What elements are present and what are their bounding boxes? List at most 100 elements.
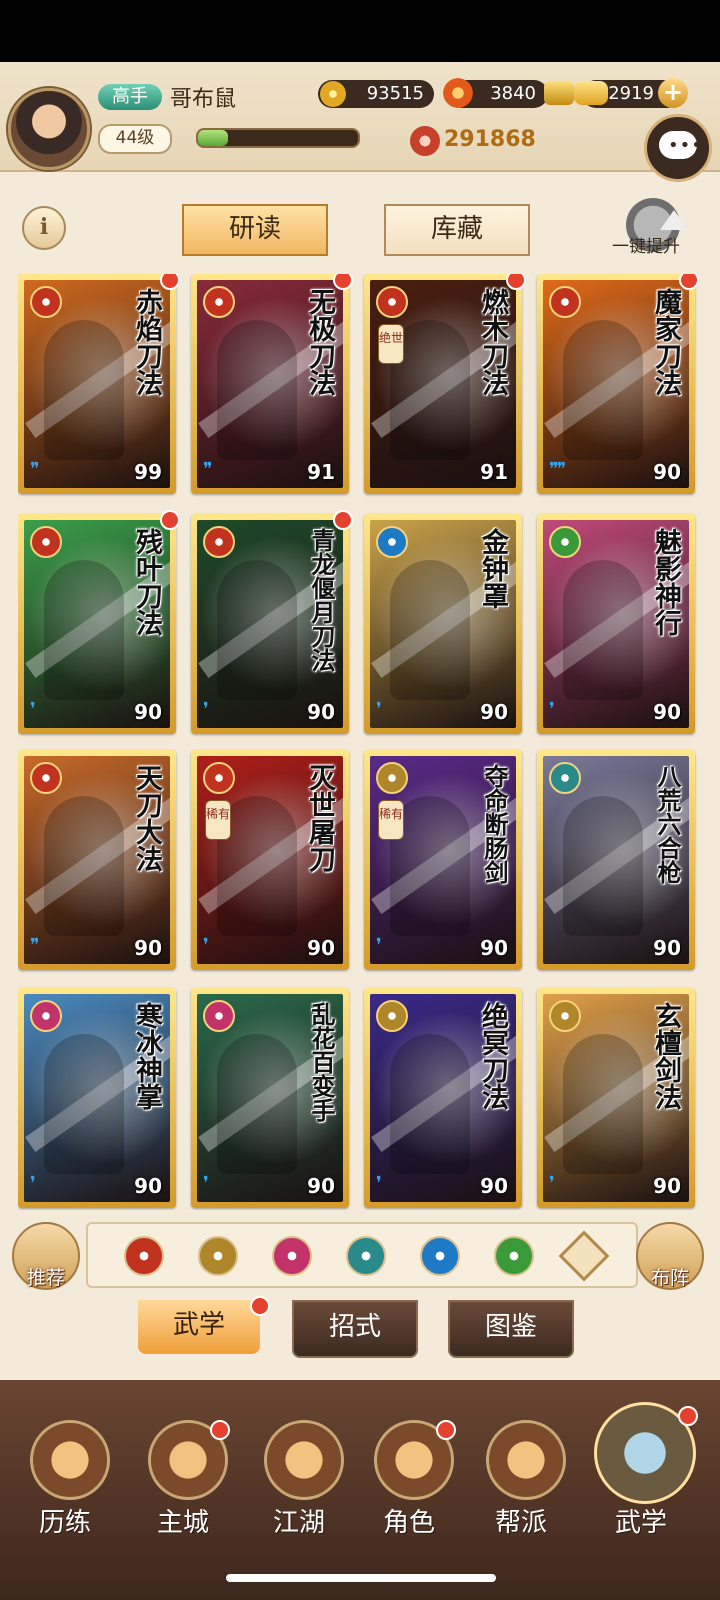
- skill-card[interactable]: 魔家刀法 ❜❜❜❜ 90: [537, 274, 699, 494]
- leaf-icon[interactable]: [494, 1236, 534, 1276]
- subtab-codex[interactable]: 图鉴: [448, 1300, 574, 1358]
- school-badge-icon: [376, 286, 408, 318]
- hero-figure: [390, 560, 470, 700]
- gold-counter[interactable]: 2919 +: [574, 78, 688, 108]
- skill-card[interactable]: 玄檀剑法 ❜ 90: [537, 988, 695, 1208]
- player-avatar[interactable]: [8, 88, 90, 170]
- skill-card[interactable]: 魅影神行 ❜ 90: [537, 514, 695, 734]
- subtab-moves[interactable]: 招式: [292, 1300, 418, 1358]
- upgrade-all-label: 一键提升: [612, 237, 680, 257]
- school-badge-icon: [376, 1000, 408, 1032]
- chat-icon: •••: [659, 131, 702, 159]
- tab-storage[interactable]: 库藏: [384, 204, 530, 256]
- skill-card[interactable]: 夺命断肠剑 稀有 ❜ 90: [364, 750, 522, 970]
- nav-character[interactable]: 角色: [354, 1420, 464, 1570]
- skill-name: 魔家刀法: [650, 288, 681, 396]
- recommend-label: 推荐: [26, 1267, 65, 1289]
- player-header: [0, 62, 720, 172]
- skill-card[interactable]: 天刀大法 ❜❜ 90: [18, 750, 176, 970]
- star-drops-icon: ❜❜: [30, 459, 40, 480]
- energy-value: 3840: [490, 83, 536, 104]
- silver-ingot-icon: [544, 81, 574, 105]
- skill-name: 青龙偃月刀法: [307, 528, 336, 672]
- skill-card-art: 八荒六合枪 90: [543, 756, 689, 964]
- nav-character-label: 角色: [382, 1508, 435, 1538]
- player-level: 44级: [98, 124, 172, 154]
- gold-ingot-icon: [574, 81, 608, 105]
- skill-card-art: 金钟罩 ❜ 90: [370, 520, 516, 728]
- skill-name: 金钟罩: [477, 528, 508, 609]
- flame-icon: [442, 77, 474, 109]
- star-drops-icon: ❜: [203, 935, 209, 956]
- skill-name: 魅影神行: [650, 528, 681, 636]
- subtab-martial[interactable]: 武学: [138, 1300, 260, 1354]
- school-badge-icon: [30, 286, 62, 318]
- status-bar: [0, 0, 720, 62]
- coin-counter[interactable]: 93515: [318, 80, 434, 108]
- skill-card[interactable]: 无极刀法 ❜❜ 91: [191, 274, 353, 494]
- star-drops-icon: ❜: [376, 1173, 382, 1194]
- martial-arts-grid: 赤焰刀法 ❜❜ 99 无极刀法 ❜❜ 91 燃木刀法 绝世 91 魔家刀法 ❜❜❜❜ 90 残叶刀法 ❜ 9…: [18, 274, 708, 1210]
- upgrade-all-button[interactable]: 一键提升: [606, 198, 706, 258]
- skill-name: 燃木刀法: [477, 288, 508, 396]
- skill-card-art: 赤焰刀法 ❜❜ 99: [24, 280, 170, 488]
- skill-level: 90: [653, 936, 681, 960]
- skill-card-art: 燃木刀法 绝世 91: [370, 280, 516, 488]
- info-button[interactable]: i: [22, 206, 66, 250]
- hero-figure: [217, 320, 297, 460]
- skill-card-art: 魅影神行 ❜ 90: [543, 520, 689, 728]
- school-badge-icon: [30, 526, 62, 558]
- skill-level: 90: [307, 700, 335, 724]
- power-icon: [410, 126, 440, 156]
- city-notice: [210, 1420, 230, 1440]
- skill-card[interactable]: 绝冥刀法 ❜ 90: [364, 988, 522, 1208]
- skill-level: 90: [480, 1174, 508, 1198]
- skill-card[interactable]: 燃木刀法 绝世 91: [364, 274, 526, 494]
- skill-card[interactable]: 残叶刀法 ❜ 90: [18, 510, 180, 734]
- skill-card-art: 天刀大法 ❜❜ 90: [24, 756, 170, 964]
- skill-level: 90: [307, 1174, 335, 1198]
- hero-figure: [44, 320, 124, 460]
- recommend-button[interactable]: 推荐: [12, 1222, 80, 1290]
- fan-icon[interactable]: [346, 1236, 386, 1276]
- nav-city[interactable]: 主城: [128, 1420, 238, 1570]
- formation-button[interactable]: 布阵: [636, 1222, 704, 1290]
- sword-icon[interactable]: [198, 1236, 238, 1276]
- skill-card[interactable]: 乱花百变手 ❜ 90: [191, 988, 349, 1208]
- hero-figure: [44, 1034, 124, 1174]
- skill-card[interactable]: 青龙偃月刀法 ❜ 90: [191, 510, 353, 734]
- star-drops-icon: ❜: [30, 1173, 36, 1194]
- add-gold-button[interactable]: +: [658, 78, 688, 108]
- notice-dot: [679, 274, 699, 290]
- skill-level: 90: [134, 1174, 162, 1198]
- expand-filter-icon[interactable]: [558, 1230, 610, 1282]
- skill-card[interactable]: 赤焰刀法 ❜❜ 99: [18, 274, 180, 494]
- nav-jianghu[interactable]: 江湖: [244, 1420, 354, 1570]
- star-drops-icon: ❜❜: [30, 935, 40, 956]
- skill-card[interactable]: 金钟罩 ❜ 90: [364, 514, 522, 734]
- skill-name: 玄檀剑法: [650, 1002, 681, 1110]
- power-value: 291868: [444, 127, 536, 152]
- yinyang-icon[interactable]: [420, 1236, 460, 1276]
- star-drops-icon: ❜: [376, 935, 382, 956]
- exp-bar: [196, 128, 360, 148]
- nav-training[interactable]: 历练: [10, 1420, 120, 1570]
- notice-dot: [160, 510, 180, 530]
- chat-button[interactable]: •••: [644, 114, 712, 182]
- nav-city-label: 主城: [156, 1508, 209, 1538]
- nav-guild[interactable]: 帮派: [466, 1420, 576, 1570]
- star-drops-icon: ❜: [30, 699, 36, 720]
- fist-icon[interactable]: [272, 1236, 312, 1276]
- tab-study[interactable]: 研读: [182, 204, 328, 256]
- blade-icon[interactable]: [124, 1236, 164, 1276]
- skill-card[interactable]: 八荒六合枪 90: [537, 750, 695, 970]
- nav-martial[interactable]: 武学: [586, 1402, 698, 1570]
- gold-value: 2919: [608, 83, 654, 104]
- player-name: 哥布鼠: [170, 87, 237, 112]
- skill-card[interactable]: 灭世屠刀 稀有 ❜ 90: [191, 750, 349, 970]
- skill-card[interactable]: 寒冰神掌 ❜ 90: [18, 988, 176, 1208]
- school-badge-icon: [203, 762, 235, 794]
- skill-level: 90: [134, 936, 162, 960]
- energy-counter[interactable]: 3840: [442, 77, 574, 109]
- hero-figure: [217, 560, 297, 700]
